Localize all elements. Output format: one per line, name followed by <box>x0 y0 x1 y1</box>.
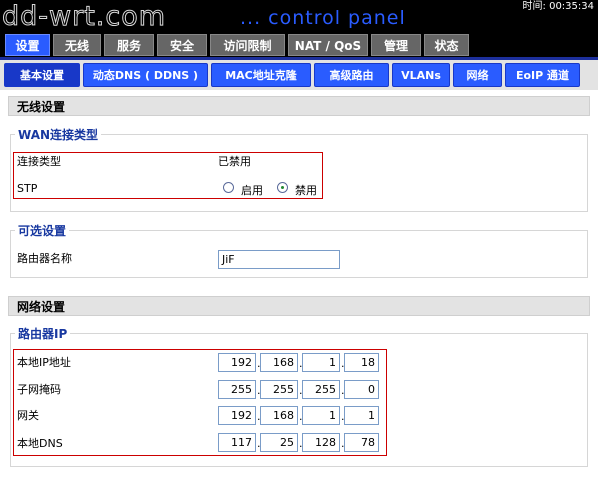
gateway-octet-2[interactable]: 168 <box>260 406 298 425</box>
network-setup-header: 网络设置 <box>8 296 590 316</box>
subtab-eoip-tunnel[interactable]: EoIP 通道 <box>505 63 580 87</box>
dns-octet-3[interactable]: 128 <box>302 433 340 452</box>
router-ip-legend: 路由器IP <box>18 327 68 341</box>
subtab-basic-setup[interactable]: 基本设置 <box>4 63 80 87</box>
subtab-advanced-routing[interactable]: 高级路由 <box>314 63 389 87</box>
gateway-label: 网关 <box>17 409 39 422</box>
wan-legend: WAN连接类型 <box>18 128 99 142</box>
local-ip-octet-2[interactable]: 168 <box>260 353 298 372</box>
connection-type-value: 已禁用 <box>218 155 251 168</box>
main-tab-bar: 设置 无线 服务 安全 访问限制 NAT / QoS 管理 状态 <box>0 33 598 57</box>
subtab-vlans[interactable]: VLANs <box>392 63 450 87</box>
stp-label: STP <box>17 182 38 195</box>
subnet-octet-3[interactable]: 255 <box>302 380 340 399</box>
dns-octet-4[interactable]: 78 <box>344 433 379 452</box>
connection-type-label: 连接类型 <box>17 155 61 168</box>
stp-enable-label: 启用 <box>241 184 263 197</box>
subtab-mac-clone[interactable]: MAC地址克隆 <box>211 63 311 87</box>
local-ip-label: 本地IP地址 <box>17 356 71 369</box>
subnet-octet-2[interactable]: 255 <box>260 380 298 399</box>
sub-tab-strip <box>0 57 598 60</box>
subnet-mask-label: 子网掩码 <box>17 383 61 396</box>
ddwrt-logo: dd-wrt.com <box>1 1 167 33</box>
subnet-octet-4[interactable]: 0 <box>344 380 379 399</box>
tab-security[interactable]: 安全 <box>157 34 207 56</box>
tab-access-restrictions[interactable]: 访问限制 <box>210 34 285 56</box>
tab-services[interactable]: 服务 <box>104 34 154 56</box>
router-name-input[interactable]: JiF <box>218 250 340 269</box>
optional-legend: 可选设置 <box>18 224 67 238</box>
control-panel-title: ... control panel <box>240 7 406 29</box>
local-ip-octet-4[interactable]: 18 <box>344 353 379 372</box>
router-name-label: 路由器名称 <box>17 252 72 265</box>
sub-tab-bar: 基本设置 动态DNS ( DDNS ) MAC地址克隆 高级路由 VLANs 网… <box>0 57 598 90</box>
local-dns-label: 本地DNS <box>17 437 63 450</box>
gateway-octet-4[interactable]: 1 <box>344 406 379 425</box>
tab-administration[interactable]: 管理 <box>371 34 421 56</box>
tab-nat-qos[interactable]: NAT / QoS <box>288 34 368 56</box>
tab-setup[interactable]: 设置 <box>5 34 50 56</box>
time-display: 时间: 00:35:34 <box>522 1 594 12</box>
subtab-networking[interactable]: 网络 <box>453 63 502 87</box>
dns-octet-1[interactable]: 117 <box>218 433 256 452</box>
stp-enable-radio[interactable] <box>223 182 234 193</box>
stp-disable-label: 禁用 <box>295 184 317 197</box>
wireless-setup-header: 无线设置 <box>8 96 590 116</box>
gateway-octet-3[interactable]: 1 <box>302 406 340 425</box>
local-ip-octet-3[interactable]: 1 <box>302 353 340 372</box>
tab-status[interactable]: 状态 <box>424 34 469 56</box>
local-ip-octet-1[interactable]: 192 <box>218 353 256 372</box>
subnet-octet-1[interactable]: 255 <box>218 380 256 399</box>
header-bar: dd-wrt.com ... control panel 时间: 00:35:3… <box>0 0 598 33</box>
gateway-octet-1[interactable]: 192 <box>218 406 256 425</box>
tab-wireless[interactable]: 无线 <box>53 34 101 56</box>
stp-disable-radio[interactable] <box>277 182 288 193</box>
dns-octet-2[interactable]: 25 <box>260 433 298 452</box>
subtab-ddns[interactable]: 动态DNS ( DDNS ) <box>83 63 208 87</box>
